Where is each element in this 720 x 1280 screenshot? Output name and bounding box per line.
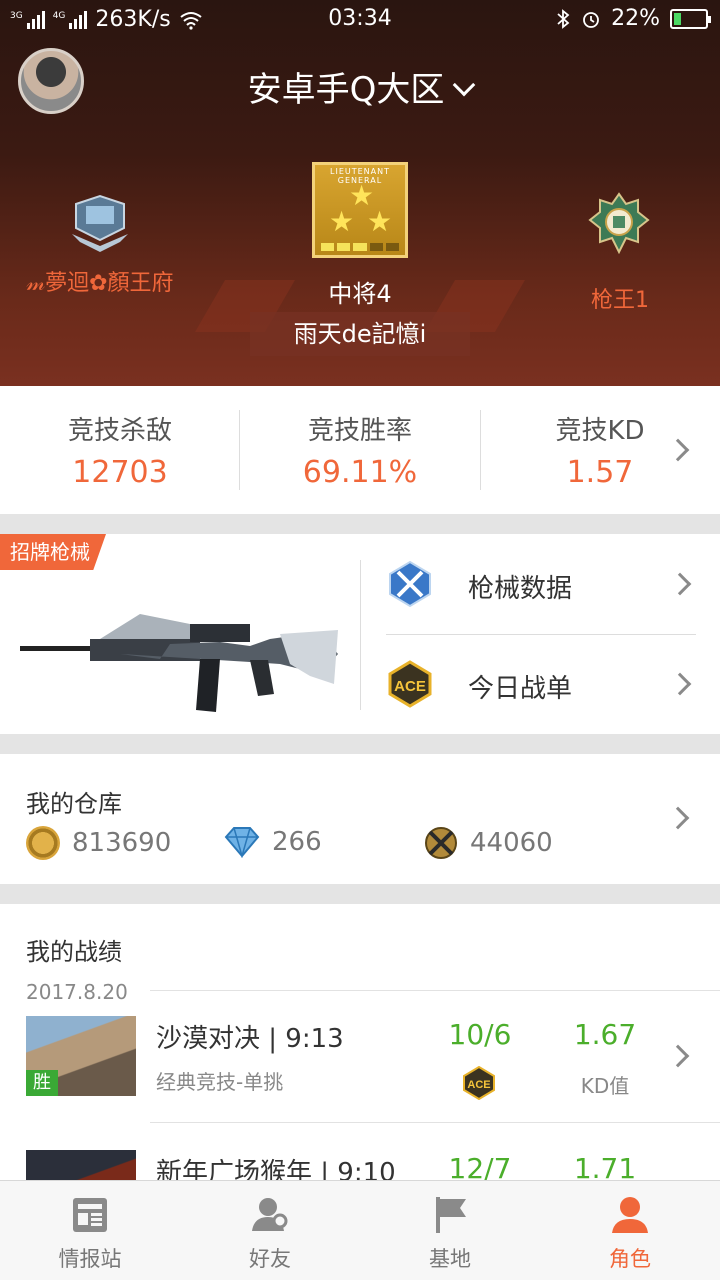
chevron-right-icon bbox=[666, 1044, 690, 1068]
stat-label: 竞技杀敌 bbox=[67, 416, 172, 446]
match-kills-deaths: 12/7 bbox=[448, 1152, 512, 1180]
rank-insignia: LIEUTENANT GENERAL ★ ★ ★ bbox=[312, 162, 408, 258]
ace-icon-text: ACE bbox=[467, 1079, 490, 1091]
chevron-right-icon bbox=[666, 806, 690, 830]
battle-records-card: 我的战绩 2017.8.20 胜 沙漠对决 | 9:13 经典竞技-单挑 10/… bbox=[0, 904, 720, 1180]
nav-label: 好友 bbox=[249, 1247, 291, 1271]
gun-king-badge-icon bbox=[588, 192, 650, 254]
server-name: 安卓手Q大区 bbox=[247, 70, 445, 110]
stat-value: 69.11% bbox=[302, 455, 418, 490]
section-title: 我的仓库 bbox=[26, 790, 122, 818]
weapon-data-button[interactable]: 枪械数据 bbox=[386, 534, 696, 634]
star-icon: ★ bbox=[367, 205, 393, 238]
match-title: 新年广场猴年 | 9:10 bbox=[156, 1158, 396, 1180]
match-mode: 经典竞技-单挑 bbox=[156, 1070, 284, 1094]
ace-icon-text: ACE bbox=[394, 678, 426, 695]
match-row[interactable]: 胜 沙漠对决 | 9:13 经典竞技-单挑 10/6 ACE 1.67 KD值 bbox=[0, 1016, 720, 1136]
signature-weapon-card: 招牌枪械 枪械数据 ACE 今日战单 bbox=[0, 534, 720, 734]
match-title: 沙漠对决 | 9:13 bbox=[156, 1024, 344, 1054]
daily-report-button[interactable]: ACE 今日战单 bbox=[386, 634, 696, 734]
menu-label: 枪械数据 bbox=[468, 574, 573, 604]
nav-label: 角色 bbox=[609, 1247, 651, 1271]
honor-balance: 44060 bbox=[424, 826, 553, 860]
crossed-guns-icon bbox=[425, 827, 457, 859]
gun-king-title[interactable]: 枪王1 bbox=[540, 282, 700, 314]
divider bbox=[150, 1122, 720, 1123]
battery-fill bbox=[674, 12, 681, 25]
chevron-down-icon bbox=[453, 73, 476, 97]
record-date: 2017.8.20 bbox=[26, 980, 128, 1004]
stat-winrate: 竞技胜率 69.11% bbox=[240, 410, 480, 490]
nav-news[interactable]: 情报站 bbox=[0, 1181, 180, 1280]
gold-coin-icon bbox=[26, 826, 60, 860]
star-icon: ★ bbox=[329, 205, 355, 238]
alarm-icon bbox=[583, 11, 599, 28]
status-bar: 3G 4G 263K/s 03:34 22% bbox=[0, 0, 720, 38]
nav-base[interactable]: 基地 bbox=[360, 1181, 540, 1280]
nav-friends[interactable]: 好友 bbox=[180, 1181, 360, 1280]
ace-icon: ACE bbox=[463, 1066, 495, 1100]
battery-icon bbox=[670, 8, 711, 29]
gold-value: 813690 bbox=[72, 828, 172, 858]
chevron-right-icon bbox=[668, 672, 692, 696]
ace-icon: ACE bbox=[388, 660, 432, 708]
match-kd-ratio: 1.67 bbox=[573, 1018, 637, 1051]
warehouse-card[interactable]: 我的仓库 813690 266 44060 bbox=[0, 754, 720, 884]
stat-kills: 竞技杀敌 12703 bbox=[0, 410, 240, 490]
stats-card[interactable]: 竞技杀敌 12703 竞技胜率 69.11% 竞技KD 1.57 bbox=[0, 386, 720, 514]
match-kills-deaths: 10/6 bbox=[448, 1018, 512, 1051]
flag-icon bbox=[436, 1197, 466, 1233]
signature-weapon-tag: 招牌枪械 bbox=[0, 534, 106, 570]
nav-label: 基地 bbox=[429, 1247, 471, 1271]
diamond-icon bbox=[224, 827, 260, 858]
bottom-nav: 情报站 好友 基地 角色 bbox=[0, 1180, 720, 1280]
diamond-value: 266 bbox=[272, 827, 322, 857]
stat-label: 竞技KD bbox=[555, 416, 645, 446]
battery-percent: 22% bbox=[611, 6, 660, 31]
stat-value: 12703 bbox=[72, 455, 168, 490]
match-kd-ratio: 1.71 bbox=[573, 1152, 637, 1180]
guild-emblem-icon bbox=[72, 194, 128, 252]
friends-icon bbox=[252, 1198, 288, 1231]
chevron-right-icon bbox=[668, 572, 692, 596]
profile-icon bbox=[612, 1197, 648, 1233]
profile-header: 3G 4G 263K/s 03:34 22% 安卓手Q大区 LIEUTENANT… bbox=[0, 0, 720, 386]
match-row[interactable]: 新年广场猴年 | 9:10 12/7 1.71 bbox=[0, 1150, 720, 1180]
divider bbox=[360, 560, 361, 710]
gold-balance: 813690 bbox=[26, 826, 171, 860]
weapon-data-icon bbox=[389, 560, 431, 608]
nav-label: 情报站 bbox=[58, 1247, 122, 1271]
map-thumbnail: 胜 bbox=[26, 1016, 136, 1096]
guild-name[interactable]: 𝓂夢迴✿顏王府 bbox=[20, 270, 180, 298]
diamond-balance: 266 bbox=[224, 826, 322, 858]
stat-label: 竞技胜率 bbox=[307, 416, 412, 446]
win-badge: 胜 bbox=[26, 1070, 58, 1096]
news-icon bbox=[73, 1198, 107, 1232]
server-selector[interactable]: 安卓手Q大区 bbox=[0, 62, 720, 111]
rank-progress bbox=[321, 243, 400, 251]
rifle-image[interactable] bbox=[20, 584, 340, 714]
stat-value: 1.57 bbox=[566, 455, 634, 490]
map-thumbnail bbox=[26, 1150, 136, 1180]
divider bbox=[150, 990, 720, 991]
kd-label: KD值 bbox=[580, 1074, 630, 1098]
player-name: 雨天de記憶i bbox=[250, 312, 470, 356]
section-title: 我的战绩 bbox=[26, 938, 122, 966]
honor-value: 44060 bbox=[470, 828, 553, 858]
nav-profile[interactable]: 角色 bbox=[540, 1181, 720, 1280]
bluetooth-icon bbox=[557, 8, 570, 29]
rank-label: 中将4 bbox=[328, 280, 392, 308]
menu-label: 今日战单 bbox=[468, 674, 573, 704]
